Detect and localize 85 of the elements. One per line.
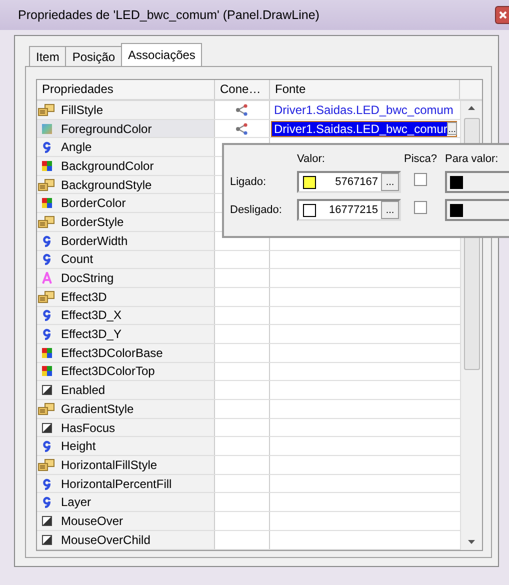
- name-cell[interactable]: DocString: [37, 269, 215, 287]
- name-cell[interactable]: Effect3DColorTop: [37, 362, 215, 380]
- target-header: Para valor:: [445, 153, 500, 165]
- blink-checkbox[interactable]: [414, 200, 427, 214]
- color-value-field[interactable]: 5767167 ...: [297, 171, 401, 193]
- blink-checkbox[interactable]: [414, 172, 427, 186]
- name-cell[interactable]: BorderWidth: [37, 232, 215, 250]
- property-name[interactable]: MouseOverChild: [61, 532, 150, 547]
- close-button[interactable]: [495, 6, 509, 24]
- tab[interactable]: Associações: [121, 43, 202, 66]
- property-name[interactable]: BackgroundColor: [61, 158, 154, 173]
- property-name[interactable]: GradientStyle: [61, 402, 134, 416]
- column-header[interactable]: Cone…: [215, 80, 270, 99]
- name-cell[interactable]: Count: [37, 250, 215, 268]
- value-header: Valor:: [297, 153, 326, 165]
- property-name[interactable]: Enabled: [61, 383, 106, 398]
- name-cell[interactable]: Effect3D_Y: [37, 325, 215, 343]
- name-cell[interactable]: HasFocus: [37, 418, 215, 436]
- name-cell[interactable]: FillStyle: [37, 101, 215, 119]
- tab[interactable]: Posição: [65, 46, 122, 66]
- name-cell[interactable]: BorderColor: [37, 194, 215, 212]
- property-name[interactable]: BackgroundStyle: [61, 178, 152, 192]
- property-name[interactable]: Layer: [61, 495, 92, 510]
- property-name[interactable]: Effect3D_Y: [61, 327, 122, 342]
- browse-button[interactable]: ...: [381, 173, 399, 191]
- column-header[interactable]: Propriedades: [37, 80, 215, 99]
- name-cell[interactable]: Effect3DColorBase: [37, 344, 215, 362]
- color-swatch: [450, 176, 463, 188]
- target-color-field[interactable]: [445, 171, 509, 193]
- tab[interactable]: Item: [29, 46, 66, 66]
- name-cell[interactable]: Height: [37, 437, 215, 456]
- name-cell[interactable]: ForegroundColor: [37, 120, 215, 138]
- name-cell[interactable]: MouseOverChild: [37, 530, 215, 548]
- property-name[interactable]: DocString: [61, 271, 114, 286]
- color-value-field[interactable]: 16777215 ...: [297, 199, 401, 221]
- property-name[interactable]: Count: [61, 252, 94, 266]
- browse-button[interactable]: ...: [381, 201, 399, 219]
- window-title: Propriedades de 'LED_bwc_comum' (Panel.DrawLine): [18, 8, 320, 22]
- state-label: Ligado:: [230, 176, 268, 188]
- source-value[interactable]: Driver1.Saidas.LED_bwc_comum: [271, 102, 454, 117]
- state-label: Desligado:: [230, 204, 283, 216]
- name-cell[interactable]: BackgroundColor: [37, 157, 215, 175]
- property-name[interactable]: Effect3DColorBase: [61, 346, 163, 360]
- target-color-field[interactable]: [445, 199, 509, 221]
- scroll-down-icon[interactable]: [468, 540, 475, 544]
- name-cell[interactable]: BorderStyle: [37, 213, 215, 231]
- property-name[interactable]: Effect3DColorTop: [61, 364, 155, 378]
- style-icon: [38, 178, 55, 191]
- property-name[interactable]: Height: [61, 439, 96, 454]
- name-cell[interactable]: Effect3D_X: [37, 306, 215, 324]
- name-cell[interactable]: GradientStyle: [37, 400, 215, 418]
- name-cell[interactable]: Effect3D: [37, 288, 215, 306]
- property-name[interactable]: MouseOver: [61, 514, 124, 528]
- style-icon: [38, 216, 55, 228]
- property-name[interactable]: Effect3D_X: [61, 308, 122, 322]
- connection-icon: [235, 122, 249, 135]
- property-name[interactable]: HorizontalFillStyle: [61, 458, 158, 472]
- column-header[interactable]: Fonte: [270, 80, 460, 99]
- name-cell[interactable]: HorizontalFillStyle: [37, 456, 215, 474]
- browse-button[interactable]: ...: [447, 122, 457, 136]
- connection-icon: [235, 104, 249, 116]
- name-cell[interactable]: BackgroundStyle: [37, 176, 215, 194]
- style-icon: [38, 402, 55, 415]
- blink-header: Pisca?: [404, 153, 438, 165]
- property-name[interactable]: ForegroundColor: [61, 122, 152, 136]
- property-name[interactable]: FillStyle: [61, 102, 104, 117]
- source-field[interactable]: Driver1.Saidas.LED_bwc_comur...: [271, 120, 457, 137]
- property-name[interactable]: BorderWidth: [61, 234, 128, 248]
- name-cell[interactable]: Angle: [37, 138, 215, 156]
- property-name[interactable]: BorderColor: [61, 196, 126, 210]
- property-name[interactable]: BorderStyle: [61, 214, 124, 229]
- property-name[interactable]: HasFocus: [61, 420, 116, 435]
- style-icon: [38, 458, 55, 471]
- property-name[interactable]: Effect3D: [61, 290, 107, 304]
- name-cell[interactable]: Layer: [37, 493, 215, 512]
- name-cell[interactable]: Enabled: [37, 381, 215, 399]
- property-name[interactable]: HorizontalPercentFill: [61, 476, 172, 491]
- scroll-up-icon[interactable]: [468, 106, 475, 110]
- property-name[interactable]: Angle: [61, 140, 92, 154]
- close-icon: [498, 11, 506, 19]
- style-icon: [38, 104, 55, 116]
- name-cell[interactable]: HorizontalPercentFill: [37, 474, 215, 492]
- name-cell[interactable]: MouseOver: [37, 512, 215, 530]
- style-icon: [38, 290, 55, 303]
- color-swatch: [450, 204, 463, 216]
